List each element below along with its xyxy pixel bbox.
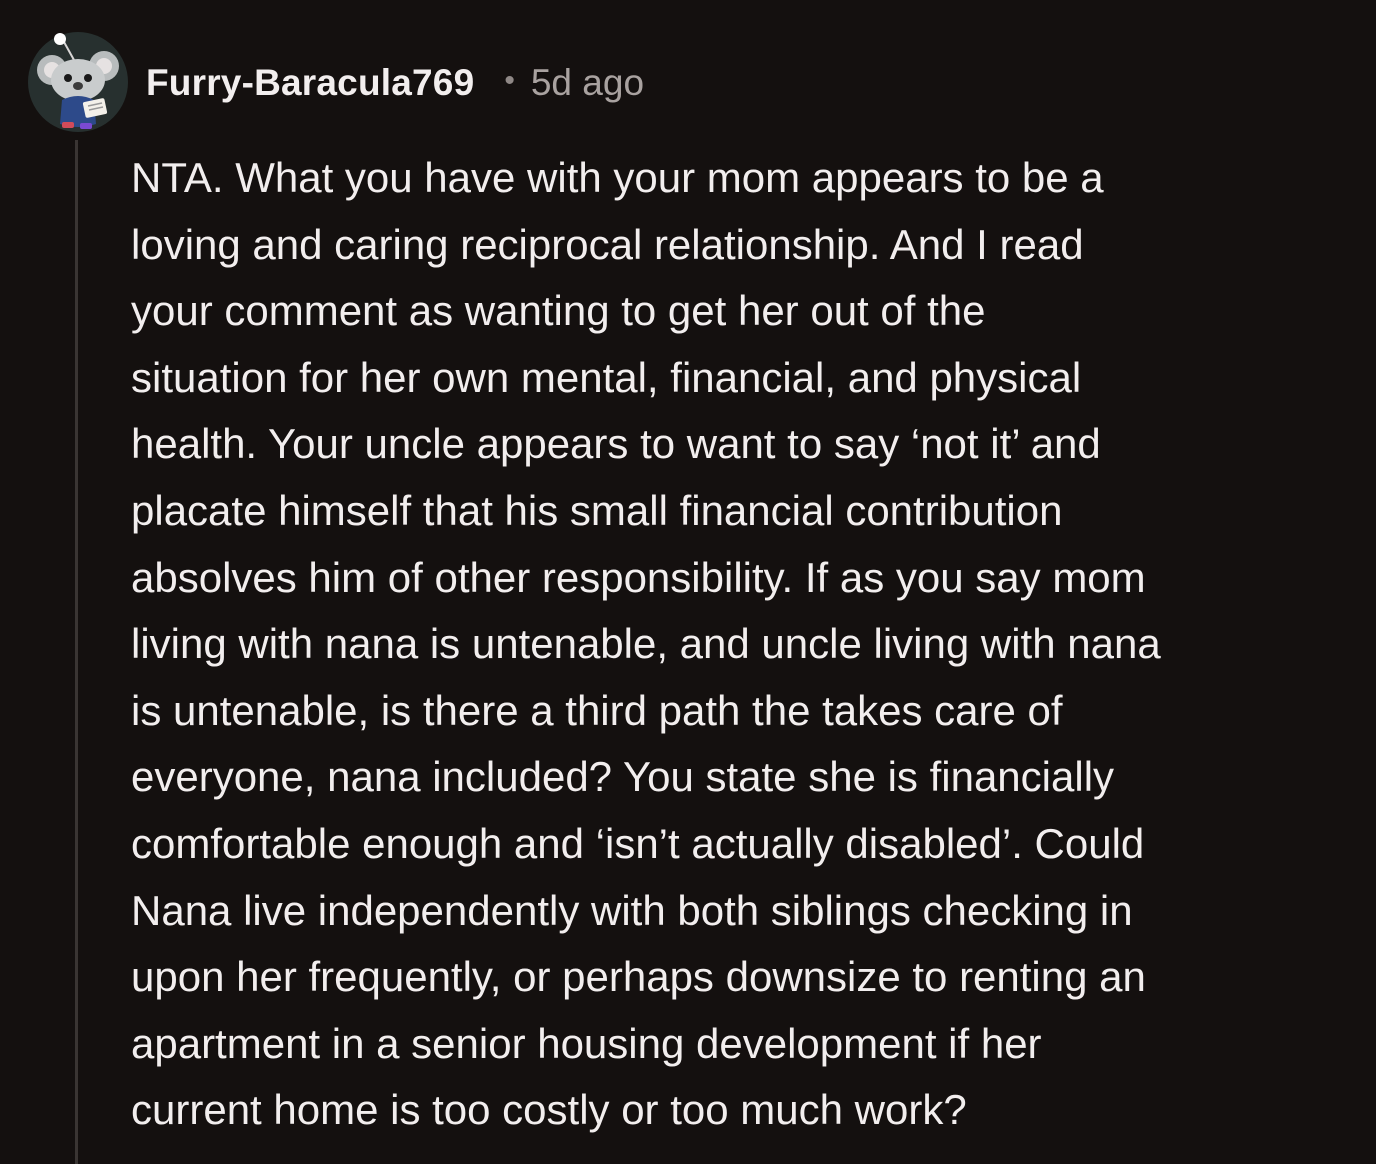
snoo-avatar-icon <box>28 32 128 132</box>
separator-dot: • <box>504 64 515 97</box>
timestamp[interactable]: 5d ago <box>531 62 644 104</box>
comment-header: Furry-Baracula769 • 5d ago <box>146 58 644 108</box>
thread-line[interactable] <box>75 140 78 1164</box>
username-link[interactable]: Furry-Baracula769 <box>146 62 474 104</box>
avatar[interactable] <box>26 30 130 134</box>
comment: Furry-Baracula769 • 5d ago NTA. What you… <box>0 0 1376 1164</box>
comment-body: NTA. What you have with your mom appears… <box>131 154 1161 1134</box>
